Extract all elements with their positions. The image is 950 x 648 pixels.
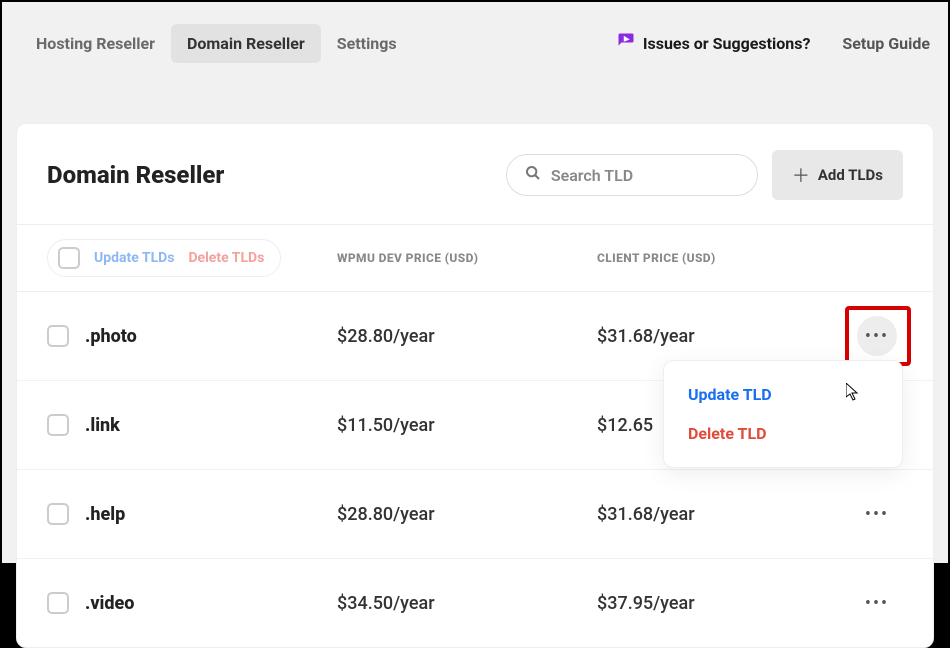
table-row: .photo $28.80/year $31.68/year ••• Updat… (17, 292, 933, 381)
tld-name: .photo (85, 326, 137, 347)
client-price: $12.65 (597, 415, 653, 436)
bulk-delete-button[interactable]: Delete TLDs (188, 250, 264, 266)
row-checkbox[interactable] (47, 503, 69, 525)
row-actions-button[interactable]: ••• (857, 494, 897, 534)
dev-price: $34.50/year (337, 593, 435, 614)
search-icon (525, 165, 541, 185)
add-tlds-label: Add TLDs (818, 166, 883, 184)
menu-delete-tld[interactable]: Delete TLD (664, 414, 902, 453)
plus-icon: ＋ (792, 162, 810, 188)
dev-price: $28.80/year (337, 326, 435, 347)
column-client-price: CLIENT PRICE (USD) (597, 251, 847, 265)
dev-price: $11.50/year (337, 415, 435, 436)
add-tlds-button[interactable]: ＋ Add TLDs (772, 150, 903, 200)
tab-domain-reseller[interactable]: Domain Reseller (171, 24, 321, 63)
menu-update-tld[interactable]: Update TLD (664, 375, 902, 414)
tld-name: .help (85, 504, 125, 525)
tab-hosting-reseller[interactable]: Hosting Reseller (20, 24, 171, 63)
feedback-icon (617, 32, 635, 55)
bulk-actions: Update TLDs Delete TLDs (47, 239, 281, 277)
search-input[interactable] (551, 166, 739, 185)
ellipsis-icon: ••• (865, 504, 889, 525)
row-actions-button[interactable]: ••• (857, 316, 897, 356)
bulk-update-button[interactable]: Update TLDs (94, 250, 174, 266)
row-actions-menu: Update TLD Delete TLD (663, 360, 903, 468)
row-actions-button[interactable]: ••• (857, 583, 897, 623)
issues-link[interactable]: Issues or Suggestions? (617, 32, 811, 55)
table-row: .help $28.80/year $31.68/year ••• (17, 470, 933, 559)
ellipsis-icon: ••• (865, 593, 889, 614)
table-row: .video $34.50/year $37.95/year ••• (17, 559, 933, 647)
top-nav: Hosting Reseller Domain Reseller Setting… (2, 2, 948, 123)
search-tld-field[interactable] (506, 154, 758, 196)
select-all-checkbox[interactable] (58, 247, 80, 269)
issues-label: Issues or Suggestions? (643, 34, 811, 53)
ellipsis-icon: ••• (865, 326, 889, 347)
table-header: Update TLDs Delete TLDs WPMU DEV PRICE (… (17, 224, 933, 292)
tld-name: .link (85, 415, 120, 436)
tab-settings[interactable]: Settings (321, 24, 413, 63)
setup-guide-link[interactable]: Setup Guide (842, 34, 930, 53)
domain-reseller-card: Domain Reseller ＋ Add TLDs Update TLDs D… (16, 123, 934, 648)
page-title: Domain Reseller (47, 161, 492, 189)
column-dev-price: WPMU DEV PRICE (USD) (337, 251, 597, 265)
tld-name: .video (85, 593, 134, 614)
client-price: $31.68/year (597, 326, 695, 347)
row-checkbox[interactable] (47, 325, 69, 347)
client-price: $31.68/year (597, 504, 695, 525)
dev-price: $28.80/year (337, 504, 435, 525)
client-price: $37.95/year (597, 593, 695, 614)
row-checkbox[interactable] (47, 414, 69, 436)
row-checkbox[interactable] (47, 592, 69, 614)
